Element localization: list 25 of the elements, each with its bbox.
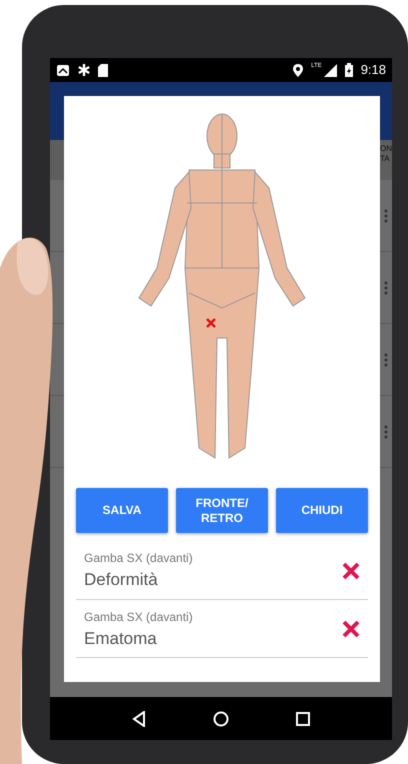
delete-icon[interactable] <box>342 562 360 580</box>
finding-text: Deformità <box>84 569 159 591</box>
sd-card-icon <box>98 64 108 76</box>
body-region-label: Gamba SX (davanti) <box>84 608 194 626</box>
finding-text: Ematoma <box>84 628 158 650</box>
recent-apps-icon[interactable] <box>296 712 310 726</box>
back-icon[interactable] <box>132 710 146 726</box>
status-time: 9:18 <box>360 61 386 80</box>
dialog-button[interactable]: SALVA <box>76 488 168 533</box>
header-text-fragment: ON TA <box>380 143 392 165</box>
dialog-button[interactable]: CHIUDI <box>276 488 368 533</box>
more-options-icon[interactable] <box>384 280 388 294</box>
home-icon[interactable] <box>212 710 229 726</box>
more-options-icon[interactable] <box>384 352 388 366</box>
more-options-icon[interactable] <box>384 424 388 438</box>
body-region-label: Gamba SX (davanti) <box>84 550 194 567</box>
signal-icon <box>324 64 337 76</box>
delete-icon[interactable] <box>342 620 360 638</box>
asterisk-icon <box>78 64 90 76</box>
location-icon <box>293 64 304 76</box>
battery-icon <box>344 63 353 77</box>
more-options-icon[interactable] <box>384 208 388 222</box>
dialog-button[interactable]: FRONTE/ RETRO <box>176 488 268 533</box>
notification-icon <box>56 64 70 76</box>
cross-marker-icon[interactable] <box>206 318 216 328</box>
